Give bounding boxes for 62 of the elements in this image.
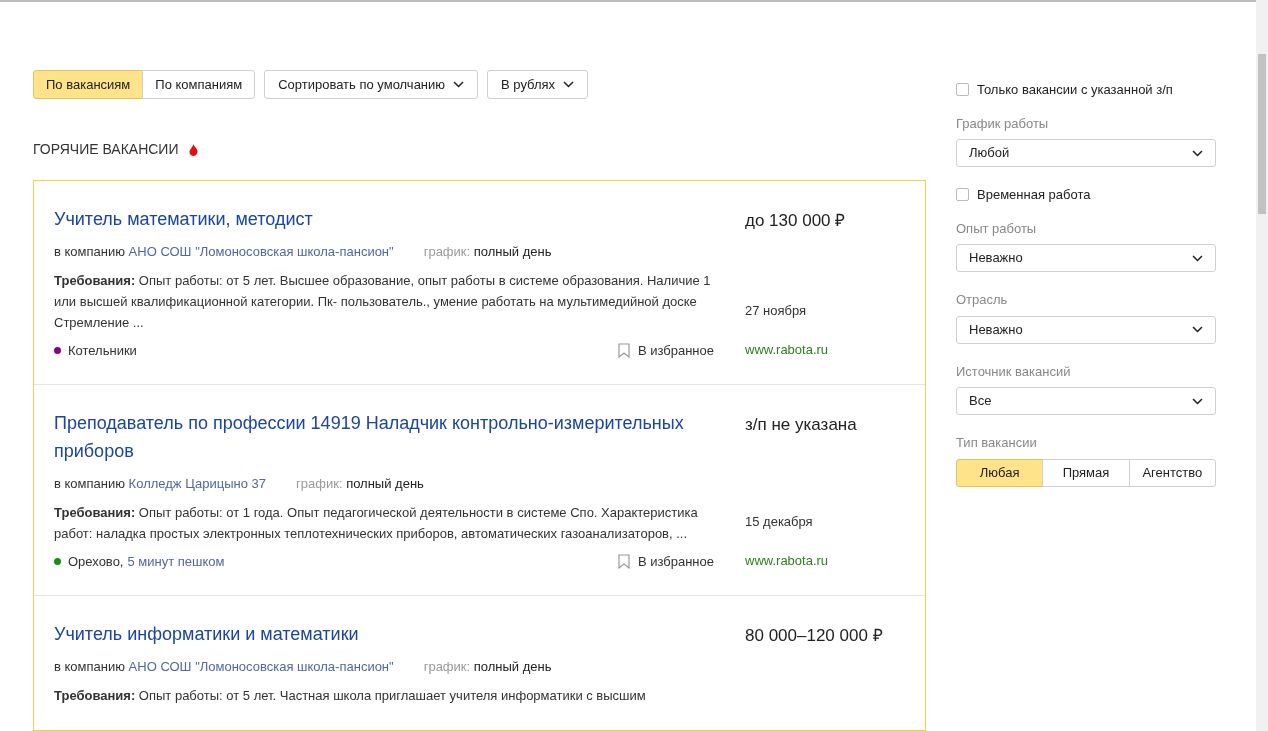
company-prefix: в компанию [54,659,125,674]
vacancy-type-tab[interactable]: Любая [956,458,1044,487]
filter-label: Тип вакансии [956,434,1038,452]
vacancy-title-link[interactable]: Учитель информатики и математики [54,620,714,648]
view-tab[interactable]: По вакансиям [33,70,144,99]
caret-icon [563,81,575,88]
caret-icon [1192,397,1203,405]
vacancy-title-link[interactable]: Преподаватель по профессии 14919 Наладчик контрольно-измерительных приборов [54,409,714,465]
checkbox-option[interactable]: Временная работа [956,185,1216,205]
vacancy-title-link[interactable]: Учитель математики, методист [54,205,714,233]
view-tab[interactable]: По компаниям [142,70,256,99]
schedule-label: график: [296,476,343,491]
caret-icon [1192,326,1203,333]
salary-text: до 130 000 ₽ [745,210,847,232]
requirements-text: Требования: Опыт работы: от 5 лет. Высшее образование, опыт работы в системе образования. Наличие 1 или высшей квалификационной категории. Пк- пользователь., умение работать на мультимедийной доске Стремление ... [54,271,712,332]
caret-icon [1192,254,1203,262]
source-link[interactable]: www.rabota.ru [745,339,905,359]
checkbox-option[interactable]: Только вакансии с указанной з/п [956,80,1216,100]
filter-label: Опыт работы [956,219,1038,238]
location-text: Котельники [68,341,137,360]
source-link[interactable]: www.rabota.ru [745,550,905,570]
section-title: ГОРЯЧИЕ ВАКАНСИИ [33,140,179,159]
checkbox[interactable] [956,83,969,97]
requirements-text: Требования: Опыт работы: от 5 лет. Частная школа приглашает учителя информатики с высшим [54,686,647,705]
caret-icon [1192,149,1203,157]
sort-dropdown[interactable]: Сортировать по умолчанию [264,70,479,99]
filter-dropdown[interactable]: Неважно [956,315,1216,344]
bookmark-icon [617,553,630,569]
checkbox[interactable] [956,188,969,202]
date-text: 27 ноября [745,302,808,320]
favorite-button[interactable]: В избранное [617,551,714,571]
schedule-value: полный день [346,476,424,491]
requirements-text: Требования: Опыт работы: от 1 года. Опыт педагогической деятельности в системе Спо. Характеристика работ: наладка простых электронных теплотехнических приборов, автоматических газоанализаторов, ... [54,503,699,543]
favorite-button[interactable]: В избранное [617,340,714,360]
vacancy-type-tab[interactable]: Прямая [1042,458,1130,487]
schedule-label: график: [423,659,471,674]
filter-label: График работы [956,114,1050,133]
bookmark-icon [617,342,630,358]
vacancy-type-tab[interactable]: Агентство [1128,458,1216,487]
company-link[interactable]: Колледж Царицыно 37 [128,476,267,491]
scrollbar[interactable] [1256,0,1268,731]
salary-text: з/п не указана [745,414,858,436]
salary-text: 80 000–120 000 ₽ [745,625,884,647]
filter-dropdown[interactable]: Все [956,387,1216,415]
caret-icon [453,81,465,88]
schedule-label: график: [423,244,471,259]
filter-dropdown[interactable]: Неважно [956,244,1216,272]
location-text: Орехово, [68,552,124,571]
schedule-value: полный день [473,659,552,674]
scrollbar-thumb[interactable] [1258,54,1266,214]
company-prefix: в компанию [54,244,125,259]
company-prefix: в компанию [54,476,125,491]
filter-label: Источник вакансий [956,362,1072,381]
date-text: 15 декабря [745,513,814,531]
schedule-value: полный день [473,244,552,259]
flame-icon [188,143,198,156]
company-link[interactable]: АНО СОШ "Ломоносовская школа-пансион" [128,659,394,674]
filter-label: Отрасль [956,291,1009,309]
distance-link[interactable]: 5 минут пешком [127,551,225,571]
company-link[interactable]: АНО СОШ "Ломоносовская школа-пансион" [128,244,394,259]
filter-dropdown[interactable]: Любой [956,139,1216,167]
currency-dropdown[interactable]: В рублях [487,70,589,99]
